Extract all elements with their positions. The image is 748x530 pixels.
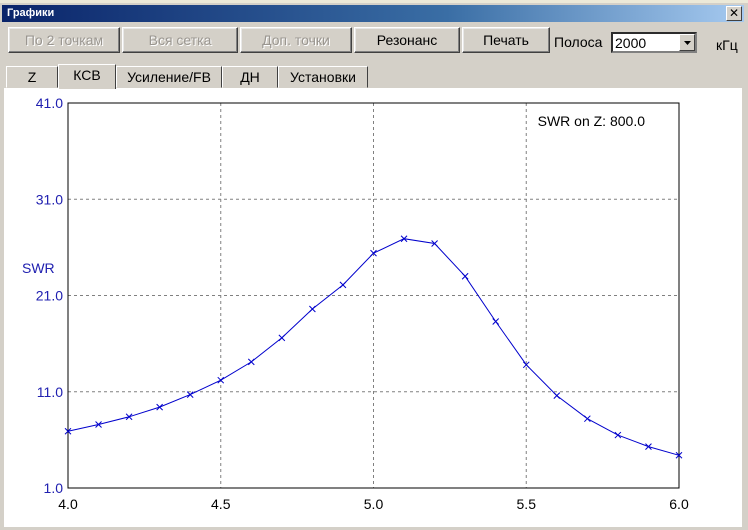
data-point-marker bbox=[339, 281, 347, 289]
tab-pattern[interactable]: ДН bbox=[222, 66, 278, 88]
x-axis-ticks: 4.0 4.5 5.0 5.5 6.0 bbox=[58, 496, 689, 512]
window-title: Графики bbox=[7, 7, 55, 19]
dropdown-button[interactable] bbox=[679, 34, 695, 51]
chart-grid bbox=[68, 103, 679, 488]
chart-annotation: SWR on Z: 800.0 bbox=[538, 113, 646, 129]
two-points-button[interactable]: По 2 точкам bbox=[8, 27, 120, 53]
band-select[interactable]: 2000 bbox=[611, 32, 697, 53]
y-axis-ticks: 41.0 31.0 21.0 11.0 1.0 bbox=[36, 95, 63, 496]
close-icon[interactable]: ✕ bbox=[726, 6, 742, 21]
print-button[interactable]: Печать bbox=[462, 27, 550, 53]
chart-panel: 4.0 4.5 5.0 5.5 6.0 41.0 31.0 21.0 11.0 1.0 SWR … bbox=[4, 88, 742, 527]
y-tick-label: 21.0 bbox=[36, 288, 63, 304]
tab-gain-fb[interactable]: Усиление/FB bbox=[116, 66, 222, 88]
data-point-marker bbox=[278, 334, 286, 342]
chevron-down-icon bbox=[684, 41, 691, 45]
data-point-marker bbox=[156, 403, 164, 411]
y-tick-label: 31.0 bbox=[36, 191, 63, 207]
full-grid-button[interactable]: Вся сетка bbox=[122, 27, 238, 53]
window-top-edge bbox=[0, 0, 748, 3]
resonance-button[interactable]: Резонанс bbox=[354, 27, 460, 53]
swr-series bbox=[64, 235, 683, 459]
window-titlebar[interactable]: Графики ✕ bbox=[2, 5, 744, 22]
x-tick-label: 5.0 bbox=[364, 496, 384, 512]
x-tick-label: 6.0 bbox=[669, 496, 689, 512]
extra-points-button[interactable]: Доп. точки bbox=[240, 27, 352, 53]
data-point-marker bbox=[461, 272, 469, 280]
unit-label: кГц bbox=[716, 37, 738, 53]
y-axis-label: SWR bbox=[22, 260, 55, 276]
data-point-marker bbox=[492, 318, 500, 325]
data-point-marker bbox=[186, 391, 194, 398]
x-tick-label: 4.5 bbox=[211, 496, 231, 512]
data-point-marker bbox=[614, 431, 622, 439]
tab-swr[interactable]: КСВ bbox=[58, 64, 116, 89]
data-point-marker bbox=[645, 443, 652, 450]
data-point-marker bbox=[247, 358, 255, 366]
y-tick-label: 11.0 bbox=[37, 384, 63, 400]
x-tick-label: 4.0 bbox=[58, 496, 78, 512]
data-point-marker bbox=[553, 392, 561, 399]
x-tick-label: 5.5 bbox=[517, 496, 537, 512]
y-tick-label: 41.0 bbox=[36, 95, 63, 111]
y-tick-label: 1.0 bbox=[44, 480, 64, 496]
tab-settings[interactable]: Установки bbox=[278, 66, 368, 88]
data-point-marker bbox=[583, 415, 591, 423]
data-point-marker bbox=[217, 376, 225, 384]
band-select-value: 2000 bbox=[615, 35, 647, 51]
tab-z[interactable]: Z bbox=[6, 66, 58, 88]
band-label: Полоса bbox=[554, 34, 603, 50]
data-point-marker bbox=[125, 413, 133, 421]
swr-chart: 4.0 4.5 5.0 5.5 6.0 41.0 31.0 21.0 11.0 1.0 SWR … bbox=[22, 95, 689, 512]
data-point-marker bbox=[309, 305, 316, 313]
